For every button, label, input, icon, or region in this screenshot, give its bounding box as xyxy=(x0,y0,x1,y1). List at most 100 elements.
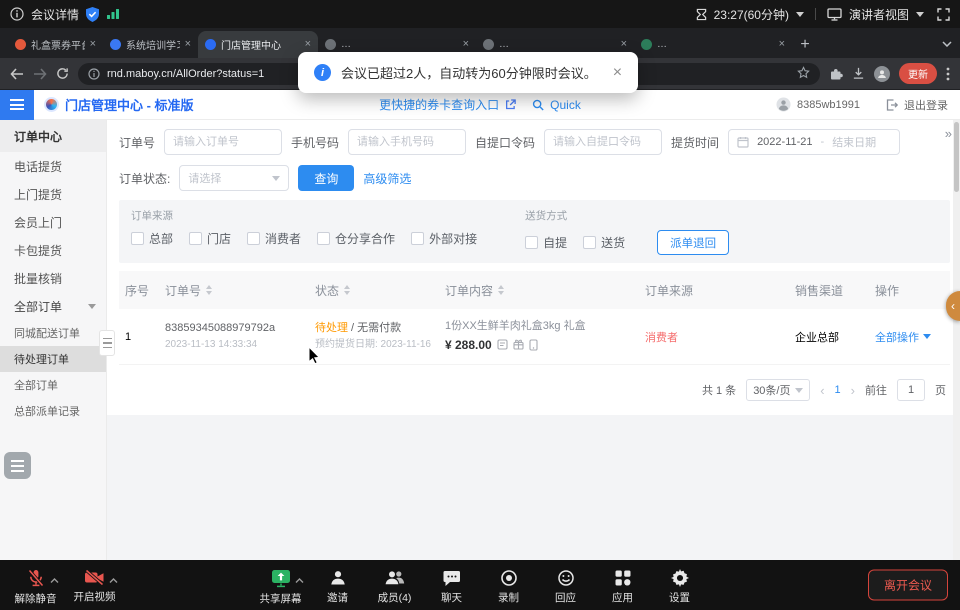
header-status[interactable]: 状态 xyxy=(315,282,445,299)
browser-tab-6[interactable]: … × xyxy=(634,31,792,58)
page-scrollbar[interactable] xyxy=(953,120,960,560)
coupon-query-link[interactable]: 更快捷的券卡查询入口 xyxy=(379,96,499,113)
delivery-option-delivery[interactable]: 送货 xyxy=(583,234,625,251)
source-option-store[interactable]: 门店 xyxy=(189,230,231,247)
collapse-panel-icon[interactable]: » xyxy=(945,126,950,141)
tab4-close-icon[interactable]: × xyxy=(463,39,469,50)
order-status-select[interactable]: 请选择 xyxy=(179,165,289,191)
sidebar-item-member-visit[interactable]: 会员上门 xyxy=(0,208,106,236)
header-order-no[interactable]: 订单号 xyxy=(165,282,315,299)
note-icon[interactable] xyxy=(497,339,508,350)
sidebar-sub-city-delivery[interactable]: 同城配送订单 xyxy=(0,320,106,346)
mute-button[interactable]: 解除静音 xyxy=(8,565,63,606)
checkbox-store[interactable] xyxy=(189,232,202,245)
order-no-input[interactable] xyxy=(164,129,282,155)
checkbox-hq[interactable] xyxy=(131,232,144,245)
phone-icon[interactable] xyxy=(529,339,538,351)
back-icon[interactable] xyxy=(10,68,24,80)
browser-tab-2[interactable]: 系统培训学习 × xyxy=(103,31,198,58)
share-screen-button[interactable]: 共享屏幕 xyxy=(253,565,308,606)
checkbox-share[interactable] xyxy=(317,232,330,245)
prev-page-button[interactable]: ‹ xyxy=(820,383,824,398)
source-option-external[interactable]: 外部对接 xyxy=(411,230,477,247)
reload-icon[interactable] xyxy=(56,67,69,80)
floating-list-button[interactable] xyxy=(4,452,31,479)
fullscreen-icon[interactable] xyxy=(937,8,950,21)
toast-close-icon[interactable]: × xyxy=(613,65,622,81)
tab3-close-icon[interactable]: × xyxy=(305,39,311,50)
next-page-button[interactable]: › xyxy=(851,383,855,398)
per-page-select[interactable]: 30条/页 xyxy=(746,379,810,401)
checkbox-external[interactable] xyxy=(411,232,424,245)
sort-icon[interactable] xyxy=(206,285,212,295)
tab1-close-icon[interactable]: × xyxy=(90,39,96,50)
leave-meeting-button[interactable]: 离开会议 xyxy=(868,570,948,601)
sidebar-sub-pending-orders[interactable]: 待处理订单 xyxy=(0,346,106,372)
sort-icon[interactable] xyxy=(344,285,350,295)
search-button[interactable]: 查询 xyxy=(298,165,354,191)
sidebar-sub-hq-dispatch[interactable]: 总部派单记录 xyxy=(0,398,106,424)
meeting-details-button[interactable]: 会议详情 xyxy=(31,6,79,23)
checkbox-selfpickup[interactable] xyxy=(525,236,538,249)
sidebar-collapse-handle[interactable] xyxy=(99,330,115,356)
source-option-hq[interactable]: 总部 xyxy=(131,230,173,247)
extensions-puzzle-icon[interactable] xyxy=(829,67,843,81)
phone-input[interactable] xyxy=(348,129,466,155)
browser-update-button[interactable]: 更新 xyxy=(899,63,937,84)
sidebar-item-card-pickup[interactable]: 卡包提货 xyxy=(0,236,106,264)
checkbox-consumer[interactable] xyxy=(247,232,260,245)
username[interactable]: 8385wb1991 xyxy=(797,99,860,111)
tab-search-caret-icon[interactable] xyxy=(942,34,952,52)
sidebar-sub-all-orders[interactable]: 全部订单 xyxy=(0,372,106,398)
checkbox-delivery[interactable] xyxy=(583,236,596,249)
video-options-caret-icon[interactable] xyxy=(109,571,118,589)
mic-options-caret-icon[interactable] xyxy=(50,571,59,589)
meeting-info-icon[interactable] xyxy=(10,7,24,21)
sidebar-item-door-pickup[interactable]: 上门提货 xyxy=(0,180,106,208)
new-tab-button[interactable]: + xyxy=(792,32,818,58)
bookmark-star-icon[interactable] xyxy=(797,66,810,82)
chat-button[interactable]: 聊天 xyxy=(424,565,479,606)
advanced-filter-link[interactable]: 高级筛选 xyxy=(363,170,411,187)
scrollbar-thumb[interactable] xyxy=(954,122,959,192)
source-option-share[interactable]: 仓分享合作 xyxy=(317,230,395,247)
settings-button[interactable]: 设置 xyxy=(652,565,707,606)
gift-icon[interactable] xyxy=(513,339,524,350)
header-content[interactable]: 订单内容 xyxy=(445,282,645,299)
tab6-close-icon[interactable]: × xyxy=(779,39,785,50)
reactions-button[interactable]: 回应 xyxy=(538,565,593,606)
members-button[interactable]: 成员(4) xyxy=(367,565,422,606)
security-shield-icon[interactable] xyxy=(86,7,99,22)
timer-caret-icon[interactable] xyxy=(796,12,804,17)
source-option-consumer[interactable]: 消费者 xyxy=(247,230,301,247)
goto-page-input[interactable] xyxy=(897,379,925,401)
quick-label[interactable]: Quick xyxy=(550,98,581,112)
all-actions-dropdown[interactable]: 全部操作 xyxy=(875,329,931,345)
browser-profile-avatar[interactable] xyxy=(874,66,890,82)
browser-menu-dots-icon[interactable] xyxy=(946,67,950,81)
sidebar-item-phone-pickup[interactable]: 电话提货 xyxy=(0,152,106,180)
sidebar-item-batch-verify[interactable]: 批量核销 xyxy=(0,264,106,292)
current-page-button[interactable]: 1 xyxy=(835,384,841,396)
app-hamburger-menu[interactable] xyxy=(0,90,34,120)
share-options-caret-icon[interactable] xyxy=(295,571,304,589)
logout-button[interactable]: 退出登录 xyxy=(904,97,948,113)
record-button[interactable]: 录制 xyxy=(481,565,536,606)
tab2-close-icon[interactable]: × xyxy=(185,39,191,50)
delivery-option-selfpickup[interactable]: 自提 xyxy=(525,234,567,251)
dispatch-return-button[interactable]: 派单退回 xyxy=(657,230,729,255)
tab5-close-icon[interactable]: × xyxy=(621,39,627,50)
sort-icon[interactable] xyxy=(498,285,504,295)
site-info-icon[interactable] xyxy=(88,68,100,80)
pickup-code-input[interactable] xyxy=(544,129,662,155)
sidebar-group-all-orders[interactable]: 全部订单 xyxy=(0,292,106,320)
video-button[interactable]: 开启视频 xyxy=(67,565,122,604)
date-range-picker[interactable]: 2022-11-21 - 结束日期 xyxy=(728,129,900,155)
invite-button[interactable]: 邀请 xyxy=(310,565,365,606)
apps-button[interactable]: 应用 xyxy=(595,565,650,606)
forward-icon[interactable] xyxy=(33,68,47,80)
view-mode-caret-icon[interactable] xyxy=(916,12,924,17)
browser-tab-1[interactable]: 礼盒票券平台管理中心 × xyxy=(8,31,103,58)
view-mode-selector[interactable]: 演讲者视图 xyxy=(849,6,909,23)
download-icon[interactable] xyxy=(852,67,865,80)
